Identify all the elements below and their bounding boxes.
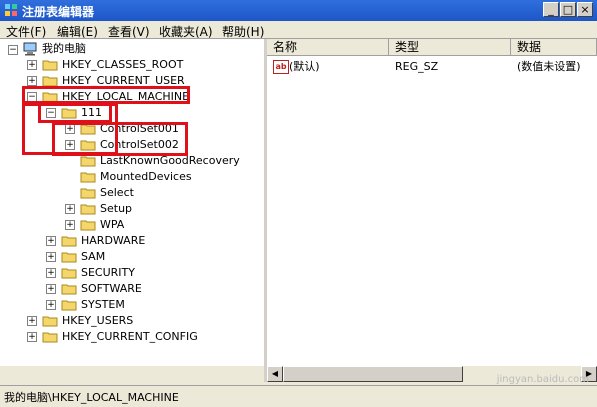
expand-icon[interactable]: + bbox=[46, 236, 56, 246]
values-list[interactable]: 名称 类型 数据 ab (默认) REG_SZ (数值未设置) bbox=[267, 39, 597, 382]
expand-icon[interactable]: + bbox=[46, 284, 56, 294]
value-type: REG_SZ bbox=[395, 60, 439, 73]
watermark: jingyan.baidu.com bbox=[496, 374, 589, 385]
tree-node-label: HKEY_CLASSES_ROOT bbox=[62, 58, 184, 71]
tree-node[interactable]: + SAM bbox=[0, 249, 260, 265]
expand-icon[interactable]: + bbox=[65, 204, 75, 214]
menu-bar: 文件(F) 编辑(E) 查看(V) 收藏夹(A) 帮助(H) bbox=[0, 21, 597, 39]
regedit-icon bbox=[5, 4, 17, 16]
maximize-button[interactable]: □ bbox=[560, 2, 576, 17]
expand-icon[interactable]: + bbox=[27, 60, 37, 70]
client-area: − 我的电脑 + HKEY_CLASSES_ROOT + HKEY_CURRENT_U… bbox=[0, 38, 597, 382]
tree-scroll-filler bbox=[0, 366, 264, 382]
expand-icon[interactable]: + bbox=[46, 252, 56, 262]
tree-node[interactable]: MountedDevices bbox=[0, 169, 260, 185]
folder-icon bbox=[61, 268, 77, 279]
expand-icon[interactable]: + bbox=[46, 300, 56, 310]
tree-node[interactable]: + SOFTWARE bbox=[0, 281, 260, 297]
value-name: (默认) bbox=[289, 60, 320, 73]
column-header-data[interactable]: 数据 bbox=[511, 39, 597, 56]
tree-node-label: WPA bbox=[100, 218, 125, 231]
scroll-left-icon[interactable]: ◀ bbox=[267, 366, 283, 382]
tree-node-label: HKEY_CURRENT_CONFIG bbox=[62, 330, 198, 343]
column-header-type[interactable]: 类型 bbox=[389, 39, 511, 56]
computer-icon bbox=[23, 42, 37, 56]
tree-node-label: SECURITY bbox=[81, 266, 135, 279]
expand-icon[interactable]: + bbox=[65, 220, 75, 230]
close-button[interactable]: × bbox=[577, 2, 593, 17]
tree-node-label: Select bbox=[100, 186, 134, 199]
tree-node[interactable]: + HARDWARE bbox=[0, 233, 260, 249]
tree-node-label: SOFTWARE bbox=[81, 282, 142, 295]
column-header-name[interactable]: 名称 bbox=[267, 39, 389, 56]
folder-icon bbox=[42, 316, 58, 327]
tree-root[interactable]: − 我的电脑 bbox=[4, 41, 254, 57]
tree-node-label: MountedDevices bbox=[100, 170, 192, 183]
title-bar[interactable]: 注册表编辑器 _ □ × bbox=[0, 0, 597, 21]
expand-icon[interactable]: + bbox=[27, 316, 37, 326]
highlight-hklm bbox=[22, 86, 190, 104]
tree-node[interactable]: + HKEY_CLASSES_ROOT bbox=[0, 57, 260, 73]
folder-icon bbox=[80, 220, 96, 231]
collapse-icon[interactable]: − bbox=[8, 45, 18, 55]
expand-icon[interactable]: + bbox=[27, 76, 37, 86]
tree-node[interactable]: + HKEY_CURRENT_CONFIG bbox=[0, 329, 260, 345]
regedit-window: 注册表编辑器 _ □ × 文件(F) 编辑(E) 查看(V) 收藏夹(A) 帮助… bbox=[0, 0, 597, 407]
string-value-icon: ab bbox=[273, 60, 289, 74]
folder-icon bbox=[61, 300, 77, 311]
folder-icon bbox=[61, 236, 77, 247]
expand-icon[interactable]: + bbox=[27, 332, 37, 342]
tree-root-label: 我的电脑 bbox=[42, 42, 86, 55]
tree-node[interactable]: + Setup bbox=[0, 201, 260, 217]
tree-node[interactable]: + SECURITY bbox=[0, 265, 260, 281]
folder-icon bbox=[80, 156, 96, 167]
status-bar: 我的电脑\HKEY_LOCAL_MACHINE bbox=[0, 385, 597, 407]
tree-node-label: SAM bbox=[81, 250, 106, 263]
tree-node[interactable]: + SYSTEM bbox=[0, 297, 260, 313]
minimize-button[interactable]: _ bbox=[543, 2, 559, 17]
folder-icon bbox=[61, 252, 77, 263]
scroll-thumb[interactable] bbox=[283, 366, 463, 382]
window-title: 注册表编辑器 bbox=[22, 5, 95, 19]
tree-node-label: Setup bbox=[100, 202, 133, 215]
folder-icon bbox=[80, 172, 96, 183]
tree-node[interactable]: Select bbox=[0, 185, 260, 201]
folder-icon bbox=[80, 188, 96, 199]
value-data: (数值未设置) bbox=[517, 60, 581, 73]
folder-icon bbox=[61, 284, 77, 295]
status-path: 我的电脑\HKEY_LOCAL_MACHINE bbox=[4, 391, 179, 404]
folder-icon bbox=[42, 332, 58, 343]
folder-icon bbox=[42, 60, 58, 71]
folder-icon bbox=[80, 204, 96, 215]
tree-node-label: SYSTEM bbox=[81, 298, 125, 311]
expand-icon[interactable]: + bbox=[46, 268, 56, 278]
tree-node-label: HARDWARE bbox=[81, 234, 146, 247]
tree-node[interactable]: + WPA bbox=[0, 217, 260, 233]
tree-node-label: HKEY_USERS bbox=[62, 314, 134, 327]
registry-tree[interactable]: − 我的电脑 + HKEY_CLASSES_ROOT + HKEY_CURRENT_U… bbox=[0, 39, 267, 382]
highlight-group bbox=[22, 103, 118, 155]
tree-node[interactable]: + HKEY_USERS bbox=[0, 313, 260, 329]
